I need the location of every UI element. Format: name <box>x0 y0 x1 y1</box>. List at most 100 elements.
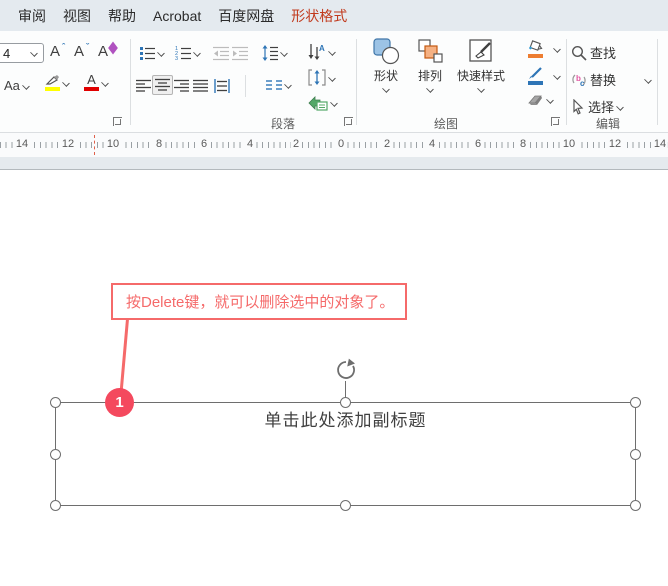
ribbon: 4 Aˆ Aˇ A Aa A 1 2 3 A 段落 形状 排列 快速样式 绘图 … <box>0 31 668 133</box>
resize-handle-top-center[interactable] <box>340 397 351 408</box>
columns-icon <box>266 80 282 90</box>
tab-help[interactable]: 帮助 <box>108 6 136 26</box>
ruler-number: 10 <box>560 138 578 150</box>
numbering-button[interactable]: 123 <box>175 45 201 61</box>
annotation-callout: 按Delete键，就可以删除选中的对象了。 <box>111 283 407 320</box>
text-direction-button[interactable]: A <box>308 43 336 60</box>
quick-styles-button[interactable]: 快速样式 <box>452 38 510 93</box>
chevron-down-icon <box>330 99 338 107</box>
align-left-button[interactable] <box>136 79 151 93</box>
distributed-button[interactable] <box>214 79 230 93</box>
tab-acrobat[interactable]: Acrobat <box>153 8 201 24</box>
ruler-number: 0 <box>335 138 347 150</box>
increase-indent-button[interactable] <box>232 45 248 61</box>
find-button[interactable]: 查找 <box>571 43 616 62</box>
ruler-number: 6 <box>198 138 210 150</box>
ribbon-tab-bar: 审阅 视图 帮助 Acrobat 百度网盘 形状格式 <box>0 0 668 31</box>
tab-baidu-netdisk[interactable]: 百度网盘 <box>218 6 274 26</box>
subtitle-placeholder[interactable]: 单击此处添加副标题 <box>50 358 641 511</box>
replace-label: 替换 <box>590 73 617 88</box>
shape-fill-icon <box>527 40 543 58</box>
increase-indent-icon <box>232 46 248 61</box>
group-separator <box>356 39 357 125</box>
arrange-button[interactable]: 排列 <box>408 38 452 93</box>
align-right-icon <box>174 79 189 92</box>
resize-handle-top-right[interactable] <box>630 397 641 408</box>
drawing-dialog-launcher-icon[interactable] <box>551 117 561 127</box>
decrease-indent-button[interactable] <box>213 45 229 61</box>
resize-handle-top-left[interactable] <box>50 397 61 408</box>
font-color-icon: A <box>84 73 99 91</box>
annotation-step-number: 1 <box>115 394 124 411</box>
tab-shape-format[interactable]: 形状格式 <box>291 6 347 26</box>
convert-to-smartart-button[interactable] <box>308 95 338 111</box>
align-left-icon <box>136 79 151 92</box>
ruler-number: 2 <box>381 138 393 150</box>
decrease-indent-icon <box>213 46 229 61</box>
group-separator <box>130 39 131 125</box>
line-spacing-button[interactable] <box>262 45 288 61</box>
caret-down-icon: ˇ <box>86 41 90 52</box>
grow-font-label: A <box>50 43 61 60</box>
text-direction-icon: A <box>308 44 325 60</box>
justify-button[interactable] <box>193 79 208 93</box>
shapes-button[interactable]: 形状 <box>364 38 408 93</box>
paragraph-dialog-launcher-icon[interactable] <box>344 117 354 127</box>
search-icon <box>571 45 587 61</box>
shrink-font-button[interactable]: Aˇ <box>74 41 90 61</box>
resize-handle-bottom-right[interactable] <box>630 500 641 511</box>
font-size-combo[interactable]: 4 <box>0 43 44 63</box>
resize-handle-bottom-center[interactable] <box>340 500 351 511</box>
edit-group-label: 编辑 <box>596 117 621 131</box>
tab-review[interactable]: 审阅 <box>18 6 46 26</box>
text-highlight-color-button[interactable] <box>45 74 70 91</box>
select-button[interactable]: 选择 <box>571 97 624 116</box>
select-label: 选择 <box>588 100 615 115</box>
font-color-button[interactable]: A <box>84 73 109 91</box>
align-center-button[interactable] <box>152 75 173 95</box>
small-separator <box>245 75 246 97</box>
columns-button[interactable] <box>266 79 292 91</box>
rotation-handle-icon[interactable] <box>334 358 358 382</box>
shape-effects-icon <box>528 95 542 105</box>
change-case-button[interactable]: Aa <box>4 78 30 93</box>
bullets-button[interactable] <box>139 45 165 61</box>
ruler-number: 8 <box>153 138 165 150</box>
ruler-number: 10 <box>104 138 122 150</box>
align-right-button[interactable] <box>174 79 189 93</box>
align-text-button[interactable] <box>308 69 336 86</box>
slide-canvas[interactable]: 按Delete键，就可以删除选中的对象了。 单击此处添加副标题 1 <box>0 170 668 586</box>
chevron-down-icon <box>328 73 336 82</box>
chevron-down-icon <box>30 49 38 57</box>
shapes-icon <box>372 38 399 65</box>
replace-button[interactable]: bc 替换 <box>571 70 652 89</box>
clear-formatting-button[interactable]: A <box>98 41 119 60</box>
numbering-icon: 123 <box>175 46 191 61</box>
ruler-number: 6 <box>472 138 484 150</box>
cursor-arrow-icon <box>573 98 584 115</box>
resize-handle-middle-right[interactable] <box>630 448 641 460</box>
placeholder-text[interactable]: 单击此处添加副标题 <box>56 406 635 431</box>
ruler-number: 4 <box>426 138 438 150</box>
caret-up-icon: ˆ <box>62 41 66 52</box>
tab-view[interactable]: 视图 <box>63 6 91 26</box>
resize-handle-middle-left[interactable] <box>50 448 61 460</box>
chevron-down-icon <box>280 49 288 57</box>
font-size-value: 4 <box>3 45 11 61</box>
ruler-number: 14 <box>651 138 668 150</box>
resize-handle-bottom-left[interactable] <box>50 500 61 511</box>
chevron-down-icon <box>284 81 292 89</box>
shape-effects-button[interactable] <box>527 93 554 107</box>
annotation-step-marker: 1 <box>105 388 134 417</box>
shape-fill-button[interactable] <box>527 40 561 58</box>
chevron-down-icon <box>328 47 336 56</box>
grow-font-button[interactable]: Aˆ <box>50 41 66 61</box>
font-dialog-launcher-icon[interactable] <box>113 117 123 127</box>
shape-outline-button[interactable] <box>527 67 561 85</box>
chevron-down-icon <box>477 85 485 93</box>
horizontal-ruler: 14 12 10 8 6 4 2 0 2 4 6 8 10 12 14 <box>0 133 668 157</box>
clear-formatting-label: A <box>98 43 109 60</box>
arrange-label: 排列 <box>417 69 442 83</box>
ruler-number: 8 <box>517 138 529 150</box>
chevron-down-icon <box>546 96 554 104</box>
